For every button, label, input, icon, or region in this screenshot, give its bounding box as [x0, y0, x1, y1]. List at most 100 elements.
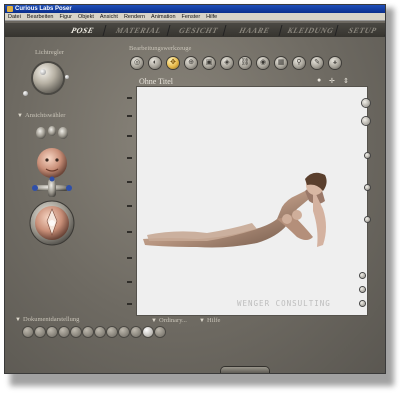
panel-tick — [127, 181, 132, 183]
menu-item[interactable]: Ansicht — [97, 13, 121, 21]
panel-tick — [127, 97, 132, 99]
camera-controls-label: Ansichtswähler — [25, 112, 66, 119]
menu-item[interactable]: Bearbeiten — [24, 13, 57, 21]
right-control-dot[interactable] — [360, 273, 365, 278]
grouping-tool-button[interactable]: ▦ — [275, 57, 287, 69]
display-style-button[interactable] — [155, 327, 165, 337]
view-magnifier-tool-button[interactable]: ⚲ — [293, 57, 305, 69]
taper-tool-button[interactable]: ◈ — [221, 57, 233, 69]
menu-item[interactable]: Hilfe — [203, 13, 220, 21]
right-control-dot[interactable] — [362, 99, 370, 107]
display-style-button[interactable] — [95, 327, 105, 337]
light-control-sphere[interactable] — [33, 63, 63, 93]
menu-bar: Datei Bearbeiten Figur Objekt Ansicht Rendern… — [5, 13, 385, 21]
menu-item[interactable]: Figur — [56, 13, 75, 21]
display-style-button[interactable] — [35, 327, 45, 337]
panel-tick — [127, 281, 132, 283]
panel-tick — [127, 157, 132, 159]
view-magnifier-tool-icon: ⚲ — [296, 59, 302, 66]
display-style-button[interactable] — [23, 327, 33, 337]
menu-item[interactable]: Objekt — [75, 13, 97, 21]
right-control-dot[interactable] — [365, 185, 370, 190]
translate-tool-button[interactable]: ✥ — [167, 57, 179, 69]
right-control-dot[interactable] — [362, 117, 370, 125]
display-style-button[interactable] — [47, 327, 57, 337]
panel-tick — [127, 115, 132, 117]
twist-tool-button[interactable]: ◐ — [149, 57, 161, 69]
hand-camera-icon[interactable] — [36, 126, 68, 139]
display-style-button[interactable] — [59, 327, 69, 337]
camera-controls[interactable] — [21, 123, 85, 257]
display-style-button[interactable] — [107, 327, 117, 337]
chain-break-tool-icon: ⛓ — [240, 59, 250, 66]
right-control-dot[interactable] — [360, 301, 365, 306]
right-control-dot[interactable] — [365, 217, 370, 222]
room-tab[interactable]: HAARE — [227, 25, 283, 36]
menu-item[interactable]: Fenster — [179, 13, 204, 21]
display-style-option[interactable]: Hilfe — [207, 317, 220, 324]
room-tab[interactable]: MATERIAL — [107, 25, 171, 36]
right-control-dot[interactable] — [365, 153, 370, 158]
room-tab[interactable]: KLEIDUNG — [283, 25, 339, 36]
dropdown-arrow-icon[interactable]: ▼ — [151, 318, 157, 324]
room-tabs: POSE MATERIAL GESICHT HAARE KLEIDUNG SETUP — [5, 23, 385, 37]
collapse-arrow-icon[interactable]: ▼ — [15, 317, 21, 323]
menu-item[interactable]: Datei — [5, 13, 24, 21]
chain-break-tool-button[interactable]: ⛓ — [239, 57, 251, 69]
edit-tools-label: Bearbeitungswerkzeuge — [129, 45, 192, 52]
rotate-tool-icon: ◎ — [133, 59, 141, 66]
panel-tick — [127, 303, 132, 305]
poser-window: Curious Labs Poser Datei Bearbeiten Figur O… — [4, 4, 386, 374]
display-style-button[interactable] — [119, 327, 129, 337]
dropdown-arrow-icon[interactable]: ▼ — [199, 318, 205, 324]
animation-controls-handle[interactable] — [221, 367, 269, 373]
menu-item[interactable]: Animation — [148, 13, 178, 21]
panel-tick — [127, 205, 132, 207]
taper-tool-icon: ◈ — [224, 59, 230, 66]
morph-tool-icon: ✎ — [314, 59, 320, 66]
room-tab[interactable]: SETUP — [337, 25, 385, 36]
direct-manipulation-tool-button[interactable]: ⚹ — [329, 57, 341, 69]
translate-tool-icon: ✥ — [170, 59, 176, 66]
color-tool-icon: ◉ — [259, 59, 267, 66]
morph-tool-button[interactable]: ✎ — [311, 57, 323, 69]
twist-tool-icon: ◐ — [152, 59, 158, 66]
room-tab[interactable]: POSE — [59, 25, 107, 36]
panel-tick — [127, 135, 132, 137]
right-control-dot[interactable] — [360, 287, 365, 292]
watermark: WENGER CONSULTING — [237, 299, 331, 308]
display-style-button[interactable] — [131, 327, 141, 337]
menu-item[interactable]: Rendern — [121, 13, 148, 21]
move-camera-icon[interactable] — [32, 176, 72, 198]
display-styles-label: Dokumentdarstellung — [23, 316, 80, 323]
room-tab[interactable]: GESICHT — [171, 25, 227, 36]
scale-tool-button[interactable]: ▣ — [203, 57, 215, 69]
display-style-option[interactable]: Ordinary... — [159, 317, 187, 324]
color-tool-button[interactable]: ◉ — [257, 57, 269, 69]
display-style-button[interactable] — [143, 327, 153, 337]
rotate-tool-button[interactable]: ◎ — [131, 57, 143, 69]
resize-view-icon[interactable]: ⇕ — [343, 77, 349, 85]
poser-app-icon — [7, 6, 13, 12]
panel-tick — [127, 231, 132, 233]
display-style-button[interactable] — [71, 327, 81, 337]
trackball-icon[interactable] — [29, 200, 75, 246]
grouping-tool-icon: ▦ — [277, 59, 285, 66]
document-viewport[interactable] — [137, 87, 367, 315]
document-dot-icon[interactable]: ● — [317, 77, 321, 84]
collapse-arrow-icon[interactable]: ▼ — [17, 113, 23, 119]
light-knob[interactable] — [23, 91, 28, 96]
reclining-figure[interactable] — [143, 172, 327, 248]
panel-tick — [127, 257, 132, 259]
light-knob[interactable] — [40, 69, 46, 75]
light-knob[interactable] — [65, 75, 69, 79]
translate-in-out-tool-icon: ⊕ — [188, 59, 194, 66]
light-controls-label: Lichtregler — [35, 49, 64, 56]
direct-manipulation-tool-icon: ⚹ — [332, 59, 338, 66]
document-title: Ohne Titel — [139, 77, 174, 86]
face-camera-icon[interactable] — [37, 148, 67, 178]
translate-in-out-tool-button[interactable]: ⊕ — [185, 57, 197, 69]
display-style-button[interactable] — [83, 327, 93, 337]
figure-render[interactable] — [137, 87, 367, 315]
move-view-icon[interactable]: ✛ — [329, 77, 335, 85]
